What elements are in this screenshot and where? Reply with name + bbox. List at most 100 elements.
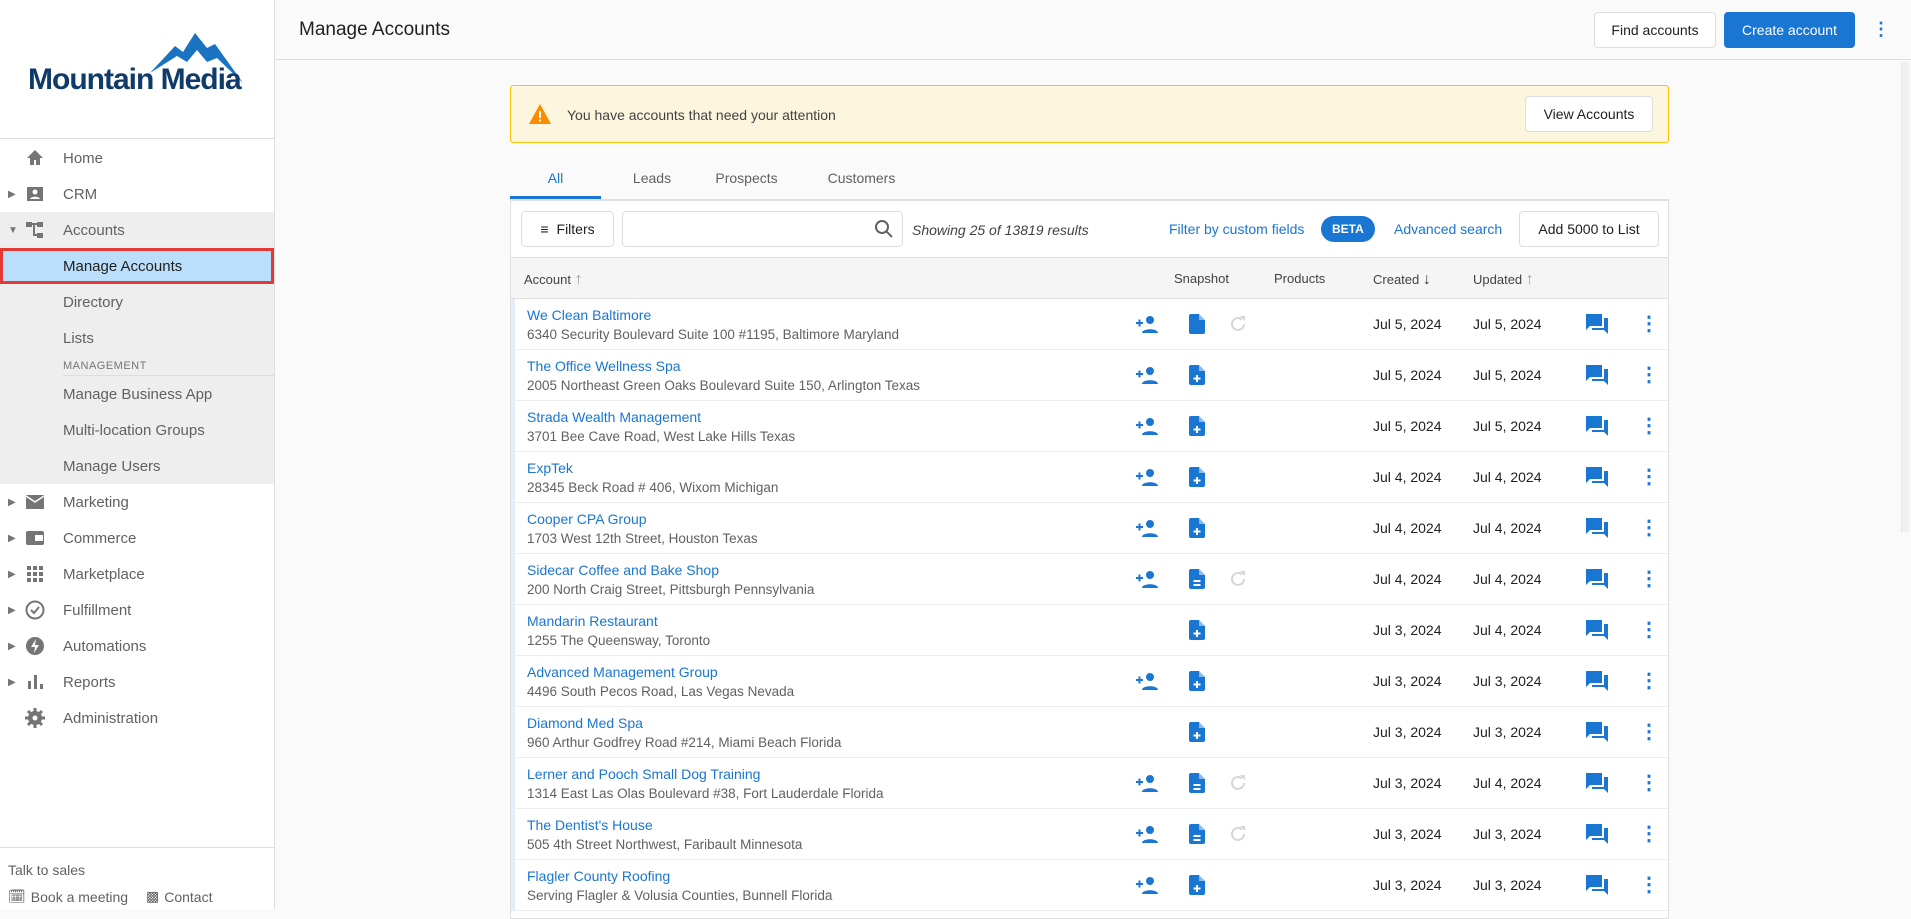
add-person-icon[interactable] xyxy=(1135,365,1159,390)
snapshot-report-icon[interactable] xyxy=(1189,773,1205,798)
caret-right-icon[interactable]: ▶ xyxy=(8,569,16,580)
caret-right-icon[interactable]: ▶ xyxy=(8,189,16,200)
account-name-link[interactable]: The Office Wellness Spa xyxy=(527,358,681,374)
scrollbar[interactable] xyxy=(1901,62,1909,532)
more-options-icon[interactable]: ⋮ xyxy=(1872,20,1890,38)
sidebar-item-marketing[interactable]: ▶ Marketing xyxy=(0,484,274,520)
add-person-icon[interactable] xyxy=(1135,569,1159,594)
search-input[interactable] xyxy=(622,211,903,247)
account-name-link[interactable]: Advanced Management Group xyxy=(527,664,718,680)
row-menu-icon[interactable]: ⋮ xyxy=(1639,311,1659,336)
add-to-list-button[interactable]: Add 5000 to List xyxy=(1519,211,1659,247)
message-icon[interactable] xyxy=(1586,875,1608,900)
table-row[interactable]: ExpTek 28345 Beck Road # 406, Wixom Mich… xyxy=(511,452,1668,503)
table-row[interactable]: Lerner and Pooch Small Dog Training 1314… xyxy=(511,758,1668,809)
caret-right-icon[interactable]: ▶ xyxy=(8,533,16,544)
add-person-icon[interactable] xyxy=(1135,875,1159,900)
filters-button[interactable]: ≡ Filters xyxy=(521,211,614,247)
row-menu-icon[interactable]: ⋮ xyxy=(1639,719,1659,744)
add-person-icon[interactable] xyxy=(1135,314,1159,339)
message-icon[interactable] xyxy=(1586,569,1608,594)
sidebar-item-directory[interactable]: Directory xyxy=(0,284,274,320)
refresh-icon[interactable] xyxy=(1228,569,1248,594)
filter-custom-fields-link[interactable]: Filter by custom fields xyxy=(1169,221,1304,237)
advanced-search-link[interactable]: Advanced search xyxy=(1394,221,1502,237)
message-icon[interactable] xyxy=(1586,365,1608,390)
tab-leads[interactable]: Leads xyxy=(601,160,703,199)
account-name-link[interactable]: Lerner and Pooch Small Dog Training xyxy=(527,766,760,782)
account-name-link[interactable]: ExpTek xyxy=(527,460,573,476)
account-name-link[interactable]: Cooper CPA Group xyxy=(527,511,647,527)
refresh-icon[interactable] xyxy=(1228,314,1248,339)
table-row[interactable]: Flagler County Roofing Serving Flagler &… xyxy=(511,860,1668,911)
message-icon[interactable] xyxy=(1586,416,1608,441)
view-accounts-button[interactable]: View Accounts xyxy=(1525,96,1653,132)
caret-right-icon[interactable]: ▶ xyxy=(8,641,16,652)
add-person-icon[interactable] xyxy=(1135,467,1159,492)
sidebar-item-multi-location-groups[interactable]: Multi-location Groups xyxy=(0,412,274,448)
sidebar-item-lists[interactable]: Lists xyxy=(0,320,274,356)
create-snapshot-icon[interactable] xyxy=(1189,722,1205,747)
account-name-link[interactable]: Mandarin Restaurant xyxy=(527,613,658,629)
create-snapshot-icon[interactable] xyxy=(1189,875,1205,900)
table-row[interactable]: The Dentist's House 505 4th Street North… xyxy=(511,809,1668,860)
create-snapshot-icon[interactable] xyxy=(1189,467,1205,492)
add-person-icon[interactable] xyxy=(1135,518,1159,543)
column-created[interactable]: Created ↓ xyxy=(1373,271,1431,289)
snapshot-report-icon[interactable] xyxy=(1189,569,1205,594)
row-menu-icon[interactable]: ⋮ xyxy=(1639,464,1659,489)
create-snapshot-icon[interactable] xyxy=(1189,365,1205,390)
caret-right-icon[interactable]: ▶ xyxy=(8,605,16,616)
add-person-icon[interactable] xyxy=(1135,671,1159,696)
add-person-icon[interactable] xyxy=(1135,773,1159,798)
create-snapshot-icon[interactable] xyxy=(1189,518,1205,543)
message-icon[interactable] xyxy=(1586,518,1608,543)
row-menu-icon[interactable]: ⋮ xyxy=(1639,770,1659,795)
sidebar-item-automations[interactable]: ▶ Automations xyxy=(0,628,274,664)
row-menu-icon[interactable]: ⋮ xyxy=(1639,872,1659,897)
sidebar-item-manage-users[interactable]: Manage Users xyxy=(0,448,274,484)
sidebar-item-commerce[interactable]: ▶ Commerce xyxy=(0,520,274,556)
sidebar-item-accounts[interactable]: ▼ Accounts xyxy=(0,212,274,248)
sidebar-item-fulfillment[interactable]: ▶ Fulfillment xyxy=(0,592,274,628)
snapshot-report-icon[interactable] xyxy=(1189,824,1205,849)
caret-right-icon[interactable]: ▶ xyxy=(8,497,16,508)
table-row[interactable]: Diamond Med Spa 960 Arthur Godfrey Road … xyxy=(511,707,1668,758)
table-row[interactable]: Advanced Management Group 4496 South Pec… xyxy=(511,656,1668,707)
snapshot-report-icon[interactable] xyxy=(1189,314,1205,339)
tab-prospects[interactable]: Prospects xyxy=(703,160,790,199)
row-menu-icon[interactable]: ⋮ xyxy=(1639,362,1659,387)
tab-customers[interactable]: Customers xyxy=(790,160,933,199)
message-icon[interactable] xyxy=(1586,467,1608,492)
sidebar-item-administration[interactable]: Administration xyxy=(0,700,274,736)
account-name-link[interactable]: Diamond Med Spa xyxy=(527,715,643,731)
find-accounts-button[interactable]: Find accounts xyxy=(1594,12,1716,48)
search-icon[interactable] xyxy=(874,219,894,239)
account-name-link[interactable]: Flagler County Roofing xyxy=(527,868,670,884)
create-snapshot-icon[interactable] xyxy=(1189,620,1205,645)
message-icon[interactable] xyxy=(1586,722,1608,747)
sidebar-item-crm[interactable]: ▶ CRM xyxy=(0,176,274,212)
row-menu-icon[interactable]: ⋮ xyxy=(1639,413,1659,438)
sidebar-item-home[interactable]: Home xyxy=(0,140,274,176)
create-snapshot-icon[interactable] xyxy=(1189,416,1205,441)
message-icon[interactable] xyxy=(1586,314,1608,339)
message-icon[interactable] xyxy=(1586,824,1608,849)
contact-link[interactable]: ▩ Contact xyxy=(146,888,212,905)
message-icon[interactable] xyxy=(1586,620,1608,645)
account-name-link[interactable]: The Dentist's House xyxy=(527,817,653,833)
table-row[interactable]: Sidecar Coffee and Bake Shop 200 North C… xyxy=(511,554,1668,605)
row-menu-icon[interactable]: ⋮ xyxy=(1639,821,1659,846)
table-row[interactable]: The Office Wellness Spa 2005 Northeast G… xyxy=(511,350,1668,401)
account-name-link[interactable]: Sidecar Coffee and Bake Shop xyxy=(527,562,719,578)
create-account-button[interactable]: Create account xyxy=(1724,12,1855,48)
book-meeting-link[interactable]: 🗓 Book a meeting xyxy=(8,888,128,905)
table-row[interactable]: Cooper CPA Group 1703 West 12th Street, … xyxy=(511,503,1668,554)
sidebar-item-marketplace[interactable]: ▶ Marketplace xyxy=(0,556,274,592)
row-menu-icon[interactable]: ⋮ xyxy=(1639,515,1659,540)
column-account[interactable]: Account ↑ xyxy=(524,271,583,289)
row-menu-icon[interactable]: ⋮ xyxy=(1639,668,1659,693)
add-person-icon[interactable] xyxy=(1135,416,1159,441)
sidebar-item-reports[interactable]: ▶ Reports xyxy=(0,664,274,700)
table-row[interactable]: Strada Wealth Management 3701 Bee Cave R… xyxy=(511,401,1668,452)
